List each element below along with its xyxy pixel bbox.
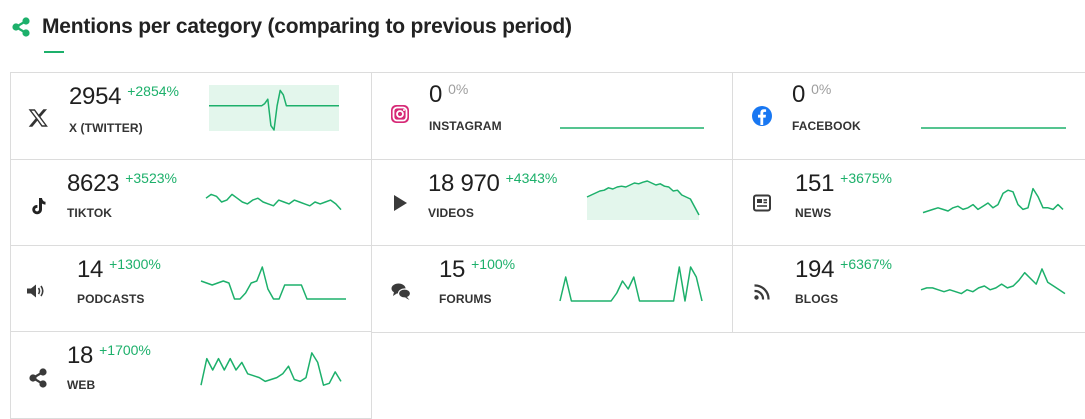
category-label: FORUMS: [439, 292, 492, 306]
speaker-icon: [25, 280, 47, 302]
section-title: Mentions per category (comparing to prev…: [42, 15, 572, 38]
tiktok-icon: [27, 195, 49, 217]
section-header: Mentions per category (comparing to prev…: [10, 12, 572, 42]
category-label: FACEBOOK: [792, 119, 861, 133]
change-percent: +1300%: [109, 256, 161, 272]
mention-count: 0: [792, 81, 806, 108]
sparkline-path: [559, 266, 703, 302]
sparkline-web: [200, 352, 342, 386]
sparkline-path: [200, 352, 342, 386]
change-percent: +4343%: [505, 170, 558, 186]
title-underline: [44, 51, 64, 53]
sparkline-twitter: [209, 85, 339, 131]
newspaper-icon: [751, 192, 773, 214]
category-label: NEWS: [795, 206, 832, 220]
sparkline-podcasts: [200, 266, 346, 300]
category-card-facebook[interactable]: 0 0% FACEBOOK: [732, 72, 1085, 160]
category-label: INSTAGRAM: [429, 119, 502, 133]
change-percent: +3675%: [840, 170, 892, 186]
category-card-podcasts[interactable]: 14 +1300% PODCASTS: [10, 245, 372, 333]
mention-count: 14: [77, 256, 104, 283]
sparkline-blogs: [920, 268, 1066, 295]
sparkline-path: [205, 193, 342, 211]
category-card-blogs[interactable]: 194 +6367% BLOGS: [732, 245, 1085, 333]
category-card-news[interactable]: 151 +3675% NEWS: [732, 159, 1085, 247]
mention-count: 151: [795, 170, 835, 197]
sparkline-instagram: [560, 127, 704, 129]
category-label: TIKTOK: [67, 206, 113, 220]
mention-count: 18: [67, 342, 94, 369]
change-percent: +2854%: [127, 83, 179, 99]
category-label: WEB: [67, 378, 96, 392]
category-label: BLOGS: [795, 292, 839, 306]
play-icon: [389, 192, 411, 214]
share-icon: [10, 16, 32, 38]
category-card-instagram[interactable]: 0 0% INSTAGRAM: [371, 72, 733, 160]
change-percent: 0%: [811, 81, 832, 97]
category-card-web[interactable]: 18 +1700% WEB: [10, 331, 372, 419]
chat-icon: [390, 280, 412, 302]
change-percent: +1700%: [99, 342, 151, 358]
mention-count: 18 970: [428, 170, 500, 197]
category-grid: 2954 +2854% X (TWITTER) 0 0% INSTAGRAM 0 0% FACE…: [10, 72, 1085, 419]
sparkline-forums: [559, 266, 703, 302]
sparkline-path: [922, 187, 1064, 214]
change-percent: +3523%: [125, 170, 177, 186]
instagram-icon: [389, 103, 411, 125]
change-percent: +100%: [471, 256, 516, 272]
mention-count: 2954: [69, 83, 122, 110]
mention-count: 0: [429, 81, 443, 108]
sparkline-path: [920, 268, 1066, 295]
x-twitter-icon: [27, 107, 49, 129]
category-label: PODCASTS: [77, 292, 145, 306]
sparkline-area: [587, 181, 699, 220]
sparkline-facebook: [921, 127, 1066, 129]
mention-count: 194: [795, 256, 835, 283]
category-label: VIDEOS: [428, 206, 474, 220]
share-icon: [27, 367, 49, 389]
mention-count: 15: [439, 256, 466, 283]
category-card-tiktok[interactable]: 8623 +3523% TIKTOK: [10, 159, 372, 247]
category-label: X (TWITTER): [69, 121, 143, 135]
sparkline-news: [922, 187, 1064, 214]
change-percent: 0%: [448, 81, 469, 97]
category-card-forums[interactable]: 15 +100% FORUMS: [371, 245, 733, 333]
rss-icon: [751, 281, 773, 303]
sparkline-path: [200, 266, 346, 300]
sparkline-videos: [586, 180, 700, 220]
facebook-icon: [751, 105, 773, 127]
change-percent: +6367%: [840, 256, 892, 272]
mention-count: 8623: [67, 170, 120, 197]
category-card-twitter[interactable]: 2954 +2854% X (TWITTER): [10, 72, 372, 160]
category-card-videos[interactable]: 18 970 +4343% VIDEOS: [371, 159, 733, 247]
sparkline-tiktok: [205, 193, 342, 211]
